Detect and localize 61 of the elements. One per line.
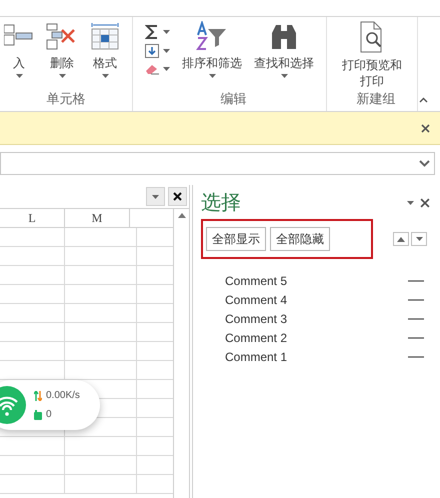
caret-icon	[16, 74, 22, 78]
table-format-icon	[90, 21, 120, 51]
dash-icon[interactable]	[408, 318, 424, 320]
autosum-button[interactable]	[145, 25, 170, 39]
speed-text: 0.00K/s	[46, 389, 80, 403]
clear-button[interactable]	[145, 63, 170, 75]
ribbon-button[interactable]: 删除	[42, 21, 82, 78]
close-icon[interactable]	[421, 124, 430, 132]
list-item[interactable]: Comment 5	[225, 272, 288, 290]
group-label: 新建组	[356, 90, 396, 108]
ribbon-button[interactable]: 入	[0, 21, 38, 78]
caret-icon	[163, 30, 170, 34]
collapse-icon[interactable]	[419, 97, 428, 103]
phone-icon	[34, 410, 42, 420]
fill-button[interactable]	[145, 44, 170, 58]
scrollbar[interactable]	[173, 208, 189, 498]
list-item[interactable]: Comment 4	[225, 290, 288, 308]
move-down-button[interactable]	[411, 232, 427, 246]
column-header[interactable]: M	[65, 209, 130, 227]
ribbon-button[interactable]: 打印预览和打印	[335, 21, 409, 89]
sort-filter-icon	[196, 21, 228, 51]
column-header[interactable]: L	[0, 209, 65, 227]
list-item[interactable]: Comment 1	[225, 348, 288, 366]
close-button[interactable]	[168, 187, 187, 206]
triangle-up-icon	[397, 236, 405, 242]
caret-icon	[208, 74, 216, 78]
dash-icon[interactable]	[408, 356, 424, 358]
pane-menu-icon	[407, 201, 414, 205]
move-up-button[interactable]	[393, 232, 409, 246]
dash-icon[interactable]	[408, 298, 424, 300]
list-item[interactable]: Comment 2	[225, 328, 288, 346]
transfer-arrows-icon	[34, 390, 42, 400]
sigma-icon	[145, 25, 159, 39]
dash-icon[interactable]	[408, 280, 424, 282]
count-text: 0	[46, 408, 52, 422]
dropdown-button[interactable]	[146, 187, 165, 206]
caret-icon	[102, 74, 108, 78]
formula-field[interactable]	[0, 152, 435, 175]
group-label: 编辑	[220, 90, 248, 108]
table-delete-icon	[46, 21, 78, 51]
list-item[interactable]: Comment 3	[225, 310, 288, 328]
eraser-icon	[145, 63, 159, 75]
caret-icon	[280, 74, 288, 78]
caret-icon	[163, 67, 170, 71]
close-icon[interactable]	[420, 198, 430, 208]
triangle-down-icon	[416, 237, 422, 241]
close-icon	[173, 192, 182, 201]
caret-icon	[163, 49, 170, 53]
pane-title: 选择	[201, 191, 241, 216]
pane-button[interactable]: 全部隐藏	[270, 227, 330, 251]
caret-icon	[152, 194, 159, 198]
fill-down-icon	[145, 44, 159, 58]
caret-icon	[58, 74, 66, 78]
ribbon-button[interactable]: 格式	[86, 21, 124, 78]
pane-button[interactable]: 全部显示	[206, 227, 266, 251]
ribbon-button[interactable]: 排序和筛选	[178, 21, 246, 78]
group-label: 单元格	[46, 90, 86, 108]
chevron-down-icon	[419, 160, 430, 167]
ribbon-button[interactable]: 查找和选择	[250, 21, 318, 78]
scroll-up-icon[interactable]	[178, 213, 186, 218]
dash-icon[interactable]	[408, 336, 424, 338]
